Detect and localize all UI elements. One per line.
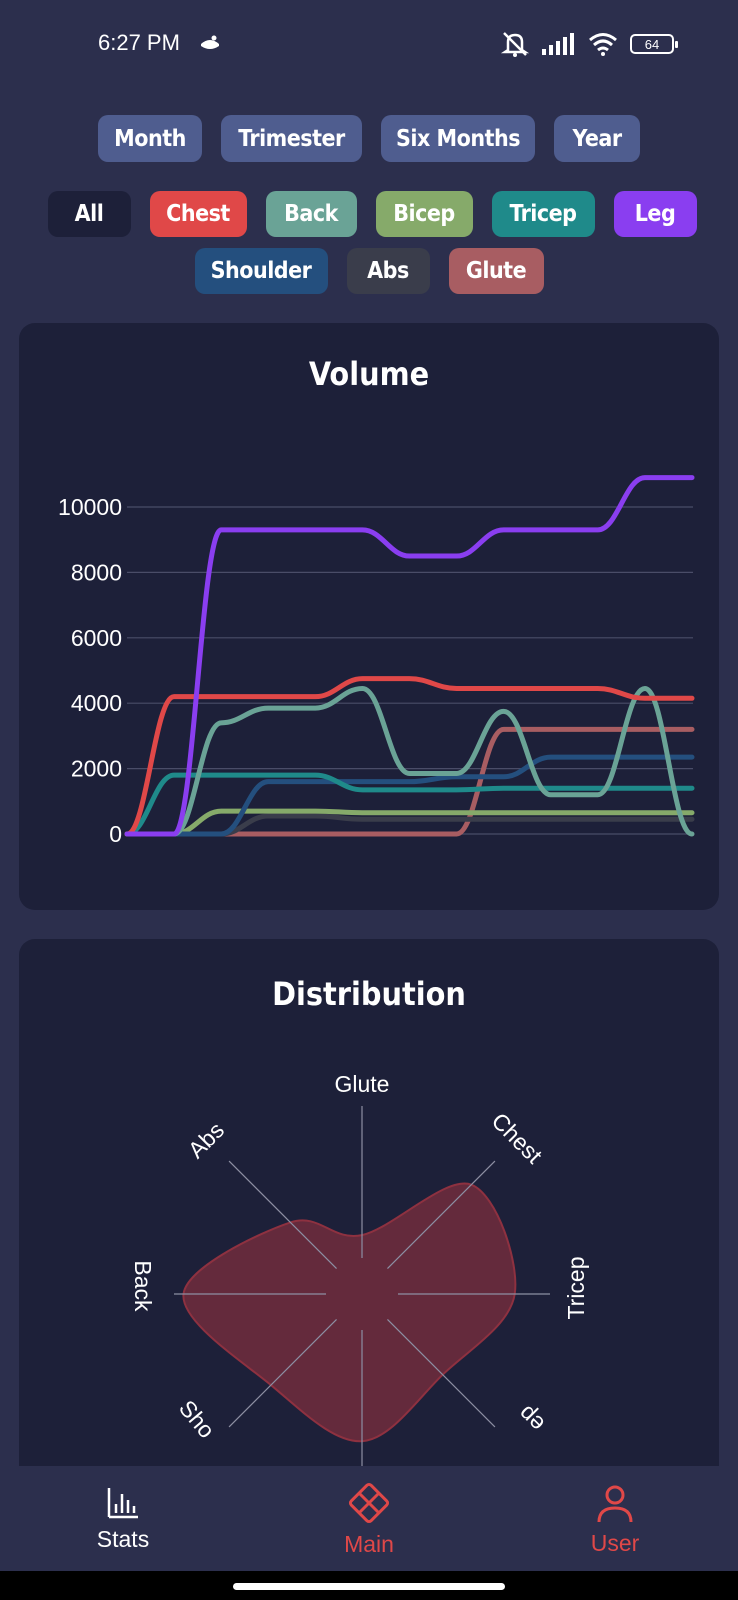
category-chest-button[interactable]: Chest <box>149 191 247 237</box>
wifi-icon <box>589 33 617 56</box>
volume-card: Volume 10000 8000 6000 4000 2000 0 <box>19 323 719 910</box>
battery-level: 64 <box>644 36 660 52</box>
nav-user[interactable]: User <box>515 1466 715 1571</box>
volume-y-tick-label: 2000 <box>71 756 122 782</box>
nav-stats[interactable]: Stats <box>23 1466 223 1571</box>
mute-icon <box>500 32 530 57</box>
radar-axis-label: Back <box>130 1260 156 1312</box>
volume-y-tick-label: 8000 <box>71 559 122 585</box>
radar-axis-label: Sho <box>174 1395 220 1443</box>
status-bar: 6:27 PM 64 <box>0 0 738 90</box>
nav-user-label: User <box>590 1530 640 1556</box>
nav-stats-label: Stats <box>96 1526 150 1552</box>
volume-y-tick-label: 0 <box>109 821 122 847</box>
radar-axis-label: Tricep <box>563 1256 589 1319</box>
gesture-handle[interactable] <box>233 1583 505 1590</box>
radar-axis-label: Glute <box>335 1071 390 1097</box>
diamond-grid-icon <box>348 1482 390 1524</box>
range-year-button[interactable]: Year <box>554 115 640 162</box>
category-bicep-button[interactable]: Bicep <box>375 191 473 237</box>
radar-axis-label: ep <box>513 1401 549 1437</box>
bar-chart-icon <box>107 1488 138 1519</box>
nav-main-label: Main <box>344 1531 394 1557</box>
range-month-button[interactable]: Month <box>98 115 202 162</box>
volume-y-tick-label: 4000 <box>71 690 122 716</box>
distribution-area <box>182 1182 517 1443</box>
volume-y-tick-label: 10000 <box>58 494 122 520</box>
nav-main[interactable]: Main <box>269 1466 469 1571</box>
status-icons: 64 <box>500 30 678 58</box>
battery-icon: 64 <box>630 34 678 54</box>
time-range-selector: Month Trimester Six Months Year <box>0 115 738 162</box>
category-abs-button[interactable]: Abs <box>346 248 430 294</box>
category-filter-row-1: All Chest Back Bicep Tricep Leg <box>0 191 738 237</box>
volume-series-abs <box>124 813 695 837</box>
radar-axis-label: Abs <box>183 1117 229 1163</box>
user-icon <box>597 1485 633 1523</box>
notification-icon <box>201 35 219 49</box>
bottom-navigation: Stats Main User <box>0 1466 738 1571</box>
volume-y-tick-label: 6000 <box>71 625 122 651</box>
category-leg-button[interactable]: Leg <box>613 191 697 237</box>
category-all-button[interactable]: All <box>47 191 131 237</box>
signal-icon <box>542 33 574 55</box>
range-six-months-button[interactable]: Six Months <box>381 115 535 162</box>
distribution-card: Distribution Glute Chest Tricep Back Abs Sho e… <box>19 939 719 1499</box>
volume-chart: 10000 8000 6000 4000 2000 0 <box>58 475 695 847</box>
category-filter-row-2: Shoulder Abs Glute <box>0 248 738 294</box>
category-glute-button[interactable]: Glute <box>448 248 544 294</box>
radar-axis-label: Chest <box>487 1108 548 1169</box>
distribution-radar-chart: Glute Chest Tricep Back Abs Sho ep <box>130 1071 589 1482</box>
status-time: 6:27 PM <box>98 30 180 55</box>
range-trimester-button[interactable]: Trimester <box>221 115 362 162</box>
category-shoulder-button[interactable]: Shoulder <box>194 248 328 294</box>
category-back-button[interactable]: Back <box>265 191 357 237</box>
volume-series-bicep <box>124 808 695 837</box>
category-tricep-button[interactable]: Tricep <box>491 191 595 237</box>
